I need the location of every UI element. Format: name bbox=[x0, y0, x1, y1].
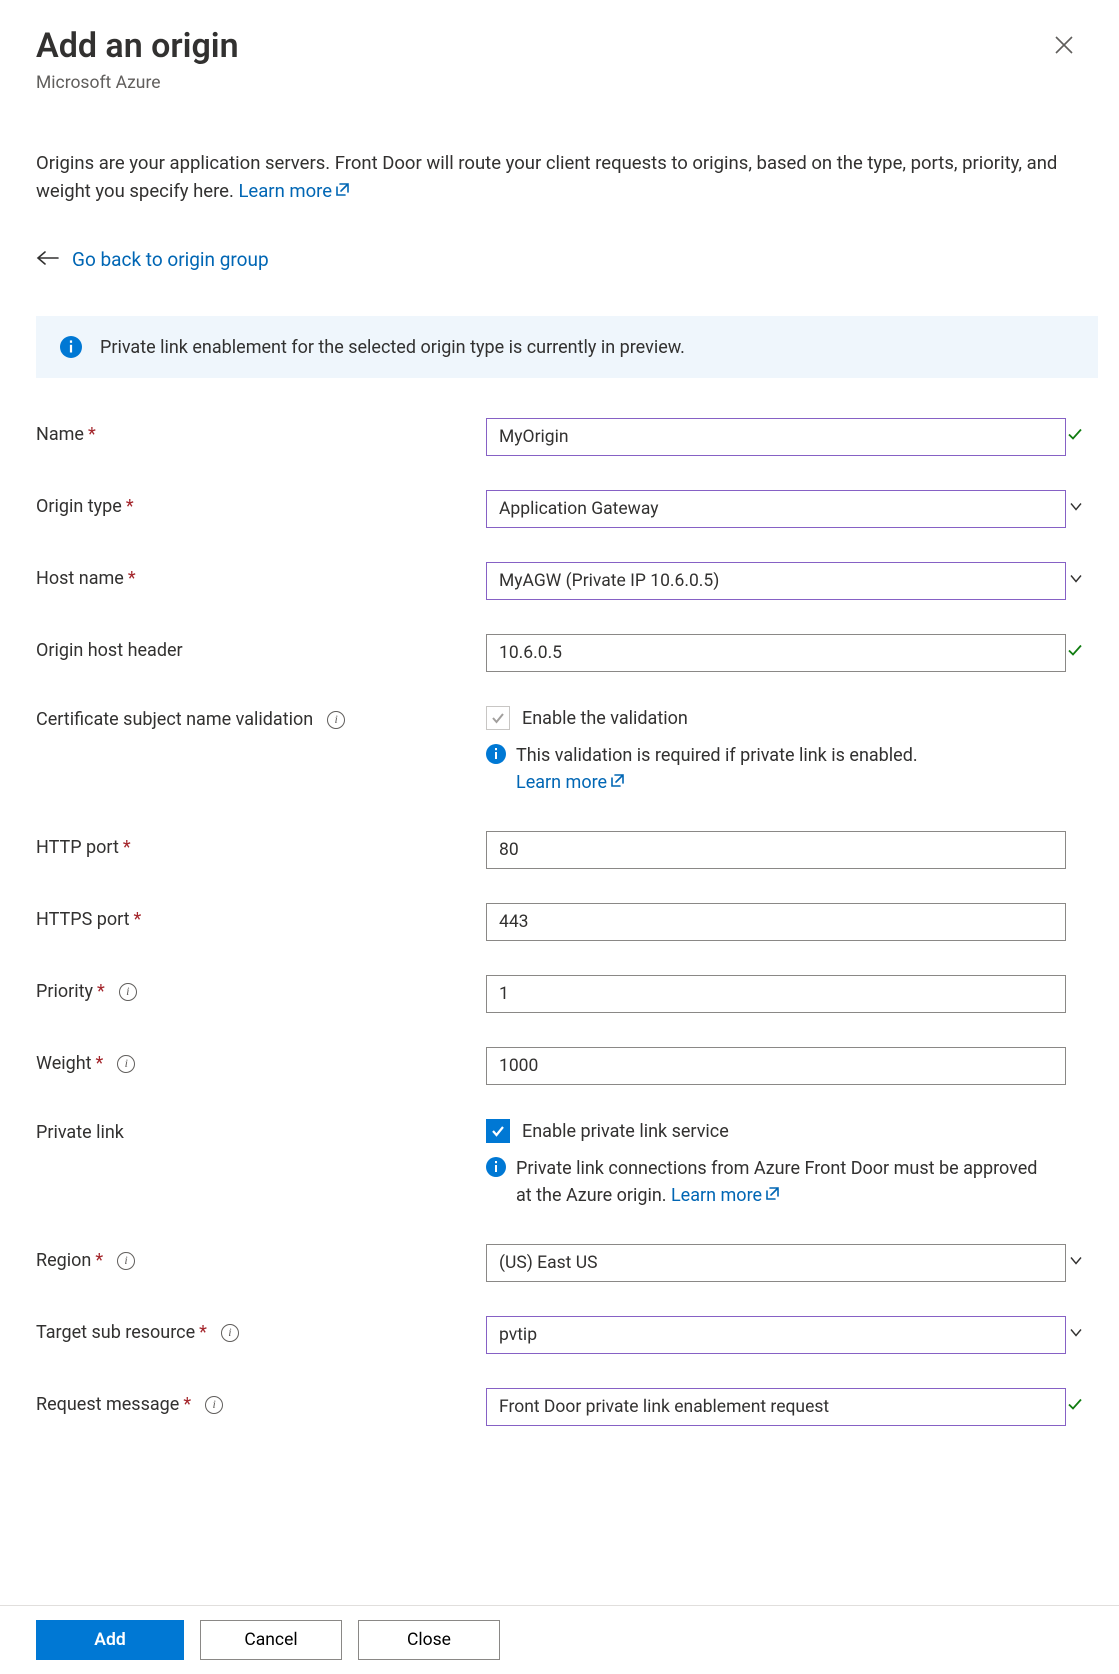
cert-validation-help-text: This validation is required if private l… bbox=[516, 745, 918, 766]
info-tooltip-icon[interactable]: i bbox=[117, 1252, 135, 1270]
cancel-button[interactable]: Cancel bbox=[200, 1620, 342, 1660]
chevron-down-icon bbox=[1068, 1253, 1084, 1274]
close-button[interactable]: Close bbox=[358, 1620, 500, 1660]
host-header-input[interactable]: 10.6.0.5 bbox=[486, 634, 1066, 672]
origin-type-select[interactable]: Application Gateway bbox=[486, 490, 1066, 528]
region-select[interactable]: (US) East US bbox=[486, 1244, 1066, 1282]
required-asterisk: * bbox=[96, 1053, 104, 1074]
external-link-icon bbox=[609, 770, 625, 797]
checkmark-icon bbox=[1066, 642, 1084, 665]
banner-text: Private link enablement for the selected… bbox=[100, 337, 685, 358]
info-tooltip-icon[interactable]: i bbox=[205, 1396, 223, 1414]
target-sub-select[interactable]: pvtip bbox=[486, 1316, 1066, 1354]
back-arrow-icon bbox=[36, 247, 60, 272]
external-link-icon bbox=[334, 178, 350, 207]
priority-input[interactable]: 1 bbox=[486, 975, 1066, 1013]
info-icon bbox=[486, 744, 506, 764]
required-asterisk: * bbox=[126, 496, 134, 517]
target-sub-label: Target sub resource bbox=[36, 1322, 195, 1343]
https-port-label: HTTPS port bbox=[36, 909, 130, 930]
region-label: Region bbox=[36, 1250, 91, 1271]
name-input[interactable]: MyOrigin bbox=[486, 418, 1066, 456]
required-asterisk: * bbox=[95, 1250, 103, 1271]
panel-title: Add an origin bbox=[36, 26, 239, 67]
required-asterisk: * bbox=[134, 909, 142, 930]
add-button[interactable]: Add bbox=[36, 1620, 184, 1660]
external-link-icon bbox=[764, 1183, 780, 1210]
private-link-label: Private link bbox=[36, 1122, 124, 1143]
info-icon bbox=[486, 1157, 506, 1177]
host-header-label: Origin host header bbox=[36, 640, 183, 661]
http-port-input[interactable]: 80 bbox=[486, 831, 1066, 869]
chevron-down-icon bbox=[1068, 1325, 1084, 1346]
cert-validation-label: Certificate subject name validation bbox=[36, 709, 313, 730]
info-tooltip-icon[interactable]: i bbox=[327, 711, 345, 729]
host-name-select[interactable]: MyAGW (Private IP 10.6.0.5) bbox=[486, 562, 1066, 600]
private-link-checkbox[interactable] bbox=[486, 1119, 510, 1143]
cert-validation-checkbox[interactable] bbox=[486, 706, 510, 730]
chevron-down-icon bbox=[1068, 571, 1084, 592]
http-port-label: HTTP port bbox=[36, 837, 119, 858]
host-name-label: Host name bbox=[36, 568, 124, 589]
back-to-origin-group-link[interactable]: Go back to origin group bbox=[72, 248, 269, 271]
info-tooltip-icon[interactable]: i bbox=[119, 983, 137, 1001]
close-icon[interactable] bbox=[1053, 34, 1075, 61]
info-icon bbox=[60, 336, 82, 358]
origin-type-label: Origin type bbox=[36, 496, 122, 517]
required-asterisk: * bbox=[183, 1394, 191, 1415]
required-asterisk: * bbox=[199, 1322, 207, 1343]
description-text: Origins are your application servers. Fr… bbox=[36, 149, 1083, 207]
checkmark-icon bbox=[1066, 1396, 1084, 1419]
panel-subtitle: Microsoft Azure bbox=[36, 73, 239, 93]
https-port-input[interactable]: 443 bbox=[486, 903, 1066, 941]
weight-input[interactable]: 1000 bbox=[486, 1047, 1066, 1085]
name-label: Name bbox=[36, 424, 84, 445]
private-link-learn-more-link[interactable]: Learn more bbox=[671, 1185, 780, 1206]
cert-validation-checkbox-label: Enable the validation bbox=[522, 708, 688, 729]
private-link-checkbox-label: Enable private link service bbox=[522, 1121, 729, 1142]
required-asterisk: * bbox=[97, 981, 105, 1002]
learn-more-link[interactable]: Learn more bbox=[238, 180, 350, 202]
description-body: Origins are your application servers. Fr… bbox=[36, 152, 1057, 203]
preview-info-banner: Private link enablement for the selected… bbox=[36, 316, 1098, 378]
required-asterisk: * bbox=[128, 568, 136, 589]
checkmark-icon bbox=[1066, 426, 1084, 449]
required-asterisk: * bbox=[88, 424, 96, 445]
required-asterisk: * bbox=[123, 837, 131, 858]
request-msg-input[interactable]: Front Door private link enablement reque… bbox=[486, 1388, 1066, 1426]
info-tooltip-icon[interactable]: i bbox=[117, 1055, 135, 1073]
weight-label: Weight bbox=[36, 1053, 92, 1074]
info-tooltip-icon[interactable]: i bbox=[221, 1324, 239, 1342]
priority-label: Priority bbox=[36, 981, 93, 1002]
request-msg-label: Request message bbox=[36, 1394, 179, 1415]
chevron-down-icon bbox=[1068, 499, 1084, 520]
cert-validation-learn-more-link[interactable]: Learn more bbox=[516, 772, 625, 793]
